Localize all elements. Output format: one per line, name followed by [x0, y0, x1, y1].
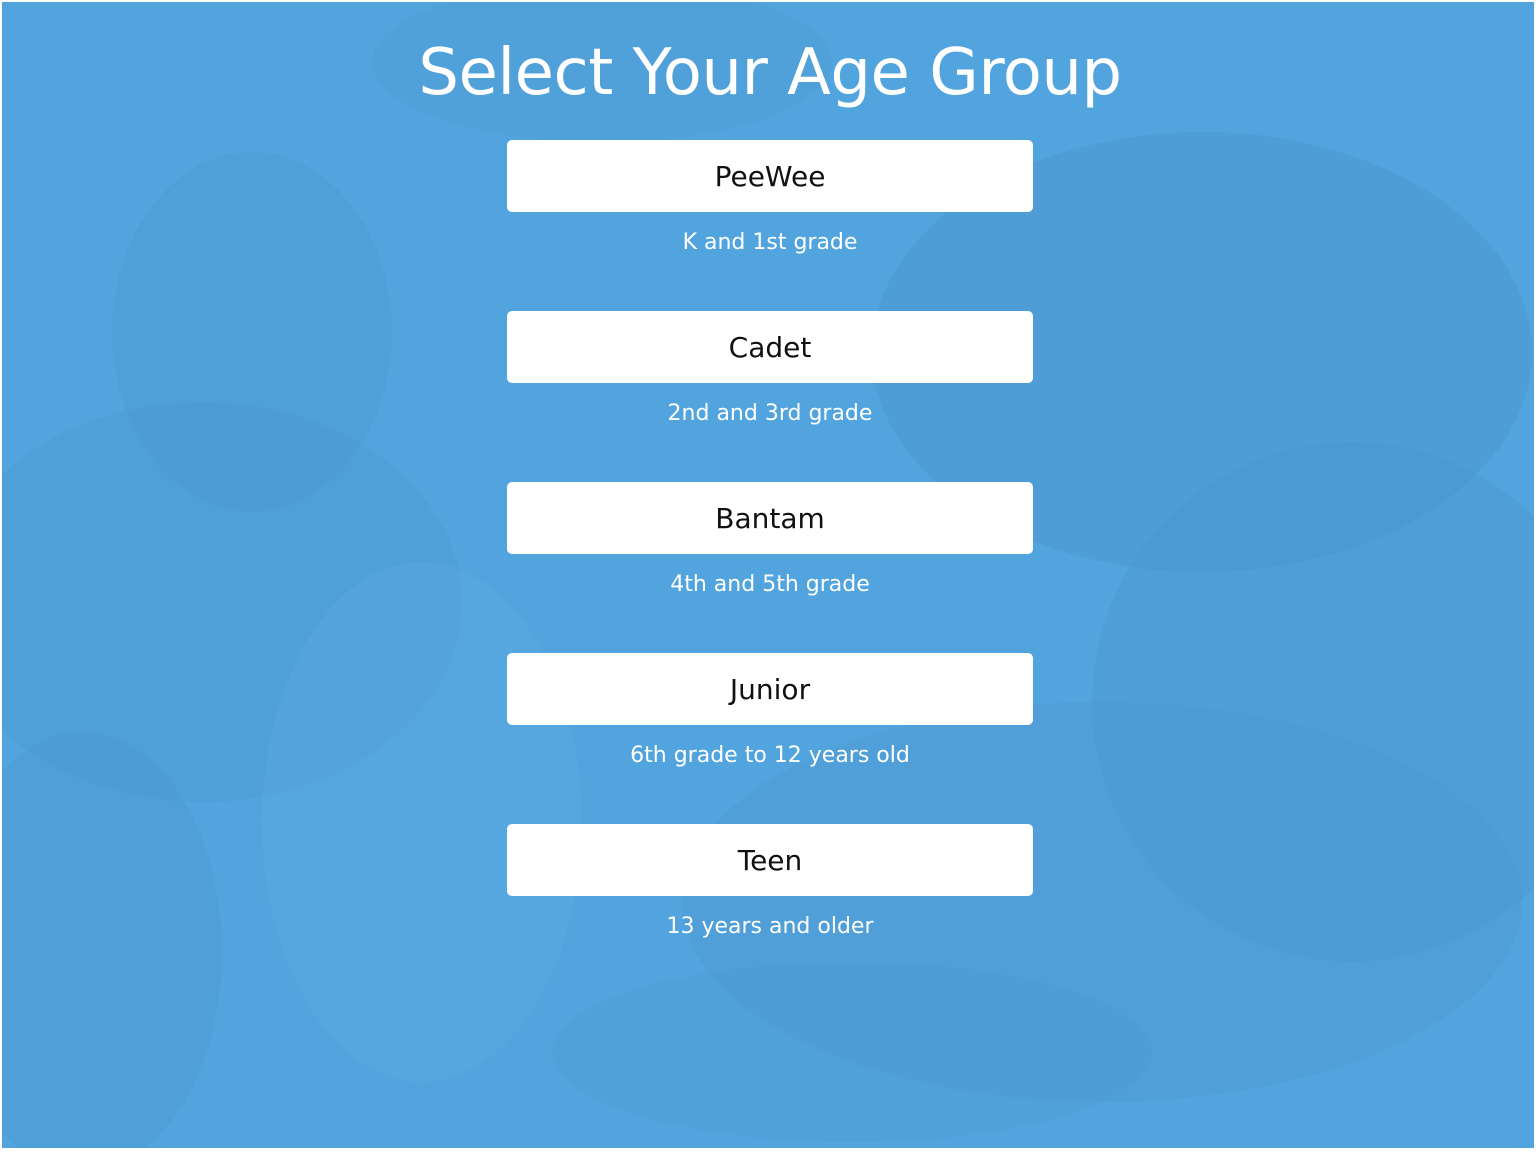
age-option-junior: Junior 6th grade to 12 years old [507, 653, 1033, 824]
peewee-description: K and 1st grade [682, 230, 858, 255]
bantam-description: 4th and 5th grade [670, 572, 870, 597]
junior-button[interactable]: Junior [507, 653, 1033, 725]
cadet-button[interactable]: Cadet [507, 311, 1033, 383]
teen-description: 13 years and older [666, 914, 874, 939]
age-option-teen: Teen 13 years and older [507, 824, 1033, 995]
age-group-page: Select Your Age Group PeeWee K and 1st g… [2, 2, 1534, 1148]
page-title: Select Your Age Group [418, 36, 1122, 110]
age-group-list: PeeWee K and 1st grade Cadet 2nd and 3rd… [507, 140, 1033, 995]
junior-description: 6th grade to 12 years old [630, 743, 910, 768]
age-option-bantam: Bantam 4th and 5th grade [507, 482, 1033, 653]
main-content: Select Your Age Group PeeWee K and 1st g… [2, 2, 1534, 1148]
age-option-peewee: PeeWee K and 1st grade [507, 140, 1033, 311]
bantam-button[interactable]: Bantam [507, 482, 1033, 554]
peewee-button[interactable]: PeeWee [507, 140, 1033, 212]
cadet-description: 2nd and 3rd grade [667, 401, 873, 426]
teen-button[interactable]: Teen [507, 824, 1033, 896]
age-option-cadet: Cadet 2nd and 3rd grade [507, 311, 1033, 482]
